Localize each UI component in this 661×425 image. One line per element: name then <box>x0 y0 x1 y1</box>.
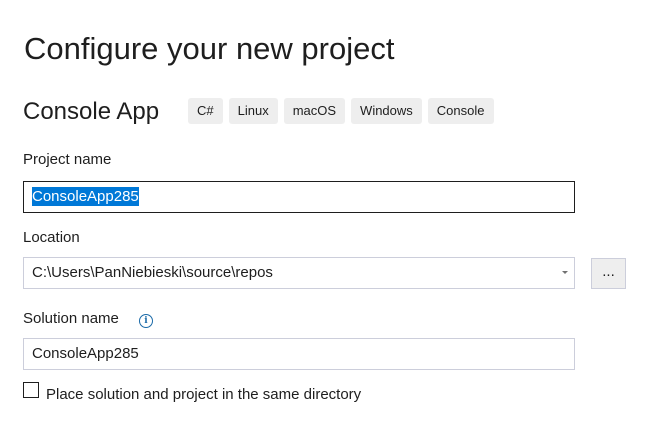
browse-button[interactable]: ... <box>591 258 626 289</box>
tag-macos: macOS <box>283 98 346 124</box>
info-icon[interactable]: i <box>139 314 153 328</box>
location-value: C:\Users\PanNiebieski\source\repos <box>32 264 273 281</box>
tag-console: Console <box>427 98 494 124</box>
solution-name-value: ConsoleApp285 <box>32 345 139 362</box>
location-combobox[interactable]: C:\Users\PanNiebieski\source\repos <box>23 257 575 289</box>
same-directory-label[interactable]: Place solution and project in the same d… <box>46 385 361 405</box>
project-name-label: Project name <box>23 151 112 168</box>
solution-name-input[interactable]: ConsoleApp285 <box>23 338 575 370</box>
page-title: Configure your new project <box>24 31 395 66</box>
location-label: Location <box>23 229 80 246</box>
same-directory-checkbox[interactable] <box>23 382 39 398</box>
project-name-value: ConsoleApp285 <box>32 187 139 206</box>
template-tags: C# Linux macOS Windows Console <box>188 98 494 124</box>
chevron-down-icon[interactable] <box>562 271 568 274</box>
solution-name-label: Solution name <box>23 310 119 327</box>
tag-windows: Windows <box>351 98 422 124</box>
tag-csharp: C# <box>188 98 223 124</box>
project-name-input[interactable]: ConsoleApp285 <box>23 181 575 213</box>
tag-linux: Linux <box>228 98 278 124</box>
template-name: Console App <box>23 98 160 125</box>
